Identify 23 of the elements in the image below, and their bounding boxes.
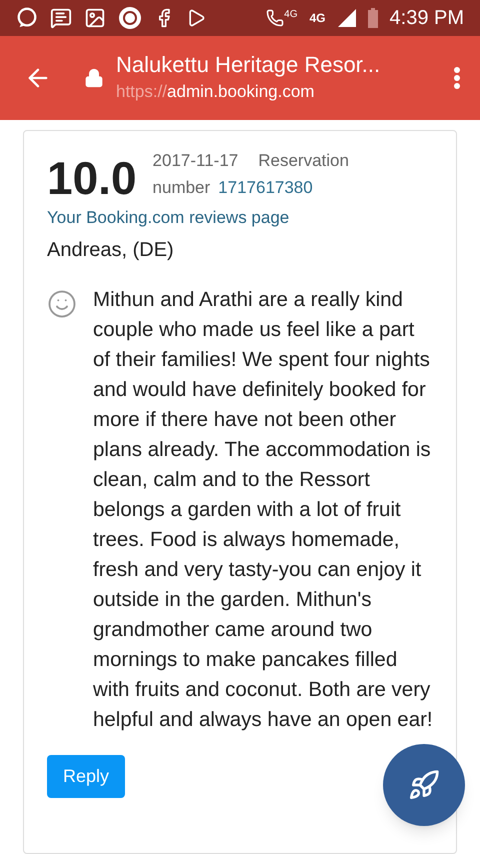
wheel-icon [118,6,142,30]
image-icon [84,7,106,29]
network-label: 4G [310,10,326,27]
lock-icon [84,68,104,88]
url-host: admin.booking.com [167,81,314,104]
smiley-icon [47,288,77,318]
reviewer-name: Andreas, (DE) [47,238,175,262]
message-icon [50,7,72,29]
review-text: Mithun and Arathi are a really kind couple who made us feel like a part of their families! We spent four nights and would have definitely booked for more if there have not been other plans already. The accommodation is clean, calm and to the Ressort belongs a garden with a lot of fruit trees. Food is always homemade, fresh and very tasty-you can enjoy it outside in the garden. Mithun's grandmother came around two mornings to make pancakes filled with fruits and coconut. Both are very helpful and always have an open ear! [93,286,434,732]
menu-button[interactable] [454,67,460,89]
network-label: 4G [284,8,298,22]
review-score: 10.0 [47,155,137,201]
more-icon [454,67,460,89]
page-title: Nalukettu Heritage Resor... [116,51,382,80]
reviews-page-link[interactable]: Your Booking.com reviews page [47,205,440,230]
phone-icon [266,9,284,27]
rocket-icon [408,769,440,801]
clock: 4:39 PM [390,6,464,31]
battery-icon [368,8,378,28]
review-meta: 2017-11-17 Reservation number 1717617380 [152,150,350,199]
chat-bubble-icon [16,7,38,29]
signal-icon [338,9,356,27]
url-scheme: https:// [116,81,168,104]
